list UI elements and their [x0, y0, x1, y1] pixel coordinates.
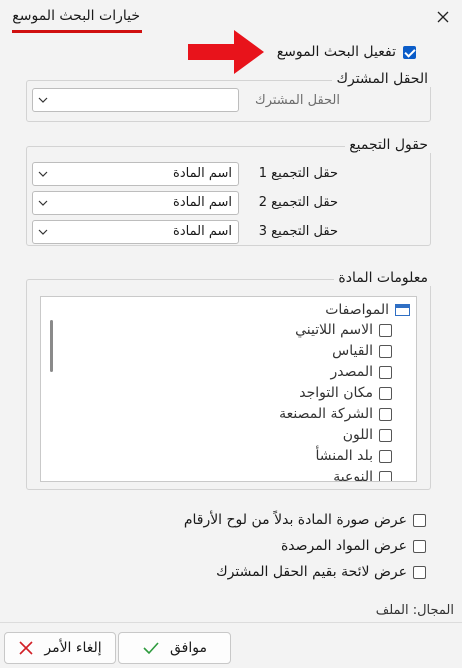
aggregation-field-3-dropdown[interactable]: اسم المادة: [32, 220, 239, 244]
red-arrow-annotation: [188, 30, 264, 74]
tree-root-specifications[interactable]: المواصفات: [325, 302, 410, 318]
checkbox-icon[interactable]: [379, 428, 392, 442]
tree-item-label: مكان التواجد: [299, 385, 373, 401]
material-info-legend: معلومات المادة: [334, 270, 432, 286]
tree-root-label: المواصفات: [325, 302, 389, 318]
tree-scrollbar[interactable]: [50, 320, 53, 372]
close-button[interactable]: [433, 7, 453, 27]
tree-item-label: بلد المنشأ: [315, 448, 373, 464]
option-label: عرض المواد المرصدة: [280, 538, 407, 554]
option-show-posted-checkbox[interactable]: عرض المواد المرصدة: [281, 538, 426, 554]
tree-item-label: الاسم اللاتيني: [295, 322, 373, 338]
close-icon: [19, 641, 33, 655]
option-show-image-checkbox[interactable]: عرض صورة المادة بدلاً من لوح الأرقام: [184, 512, 426, 528]
checkbox-icon[interactable]: [379, 386, 392, 400]
enable-extended-search-label: تفعيل البحث الموسع: [276, 44, 396, 60]
option-show-shared-list-checkbox[interactable]: عرض لائحة بقيم الحقل المشترك: [216, 564, 426, 580]
footer-divider: [0, 622, 462, 623]
aggregation-field-1-dropdown[interactable]: اسم المادة: [32, 162, 239, 186]
tree-item-quality[interactable]: النوعية: [333, 469, 392, 482]
tree-item-location[interactable]: مكان التواجد: [299, 385, 392, 401]
tree-item-color[interactable]: اللون: [343, 427, 392, 443]
aggregation-fields-legend: حقول التجميع: [345, 137, 432, 153]
shared-field-label: الحقل المشترك: [254, 93, 340, 108]
window-title: خيارات البحث الموسع: [12, 8, 140, 24]
ok-button[interactable]: موافق: [118, 632, 231, 664]
tree-item-source[interactable]: المصدر: [330, 364, 392, 380]
aggregation-field-1-label: حقل التجميع 1: [258, 166, 338, 181]
cancel-button-label: إلغاء الأمر: [44, 640, 102, 656]
aggregation-field-3-value: اسم المادة: [173, 224, 232, 239]
checkbox-icon[interactable]: [379, 365, 392, 379]
cancel-button[interactable]: إلغاء الأمر: [4, 632, 116, 664]
checkbox-icon[interactable]: [413, 565, 426, 579]
option-label: عرض صورة المادة بدلاً من لوح الأرقام: [183, 512, 407, 528]
shared-field-legend: الحقل المشترك: [332, 71, 432, 87]
checkbox-checked-icon[interactable]: [403, 45, 416, 59]
checkbox-icon[interactable]: [413, 539, 426, 553]
folder-icon: [395, 304, 410, 316]
aggregation-field-2-label: حقل التجميع 2: [258, 195, 338, 210]
enable-extended-search-checkbox[interactable]: تفعيل البحث الموسع: [277, 44, 416, 60]
checkbox-icon[interactable]: [413, 513, 426, 527]
tree-item-label: اللون: [342, 427, 373, 443]
tree-item-label: الشركة المصنعة: [279, 406, 373, 422]
aggregation-field-2-value: اسم المادة: [173, 195, 232, 210]
checkbox-icon[interactable]: [379, 344, 392, 358]
material-info-tree[interactable]: المواصفات الاسم اللاتيني القياس المصدر م…: [40, 296, 417, 482]
title-underline-annotation: [12, 30, 142, 33]
tree-item-size[interactable]: القياس: [332, 343, 392, 359]
chevron-down-icon: [38, 229, 48, 235]
option-label: عرض لائحة بقيم الحقل المشترك: [216, 564, 407, 580]
chevron-down-icon: [38, 200, 48, 206]
tree-item-label: المصدر: [330, 364, 374, 380]
checkbox-icon[interactable]: [379, 449, 392, 463]
shared-field-dropdown[interactable]: [32, 88, 239, 112]
checkbox-icon[interactable]: [379, 470, 392, 481]
tree-item-origin[interactable]: بلد المنشأ: [315, 448, 392, 464]
ok-button-label: موافق: [170, 640, 207, 656]
checkbox-icon[interactable]: [379, 323, 392, 337]
aggregation-field-1-value: اسم المادة: [173, 166, 232, 181]
close-icon: [437, 11, 449, 23]
scope-label: المجال: الملف: [375, 603, 454, 618]
checkmark-icon: [143, 642, 159, 655]
tree-item-latin-name[interactable]: الاسم اللاتيني: [295, 322, 392, 338]
tree-item-label: النوعية: [333, 469, 373, 482]
tree-item-manufacturer[interactable]: الشركة المصنعة: [279, 406, 392, 422]
aggregation-field-2-dropdown[interactable]: اسم المادة: [32, 191, 239, 215]
tree-item-label: القياس: [332, 343, 373, 359]
aggregation-field-3-label: حقل التجميع 3: [258, 224, 338, 239]
checkbox-icon[interactable]: [379, 407, 392, 421]
chevron-down-icon: [38, 97, 48, 103]
chevron-down-icon: [38, 171, 48, 177]
